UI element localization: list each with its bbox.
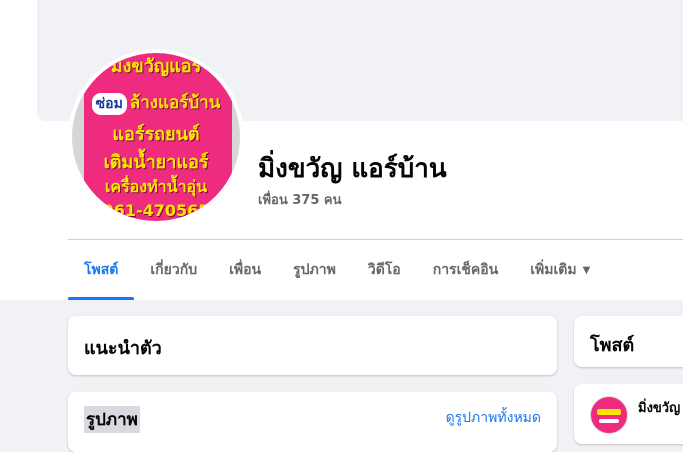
avatar-sign-text: ล้างแอร์บ้าน (129, 93, 221, 113)
tab-checkins[interactable]: การเช็คอิน (417, 240, 515, 300)
posts-header-card: โพสต์ (574, 316, 683, 367)
caret-down-icon: ▼ (582, 264, 591, 276)
avatar-sign-line: แอร์รถยนต์ (112, 124, 200, 145)
tab-label: การเช็คอิน (432, 262, 499, 278)
profile-tabs: โพสต์ เกี่ยวกับ เพื่อน รูปภาพ วิดีโอ การ… (68, 240, 606, 300)
tab-label: เพิ่มเติม (530, 262, 577, 278)
tab-more[interactable]: เพิ่มเติม ▼ (514, 240, 606, 300)
photos-card: รูปภาพ ดูรูปภาพทั้งหมด (68, 392, 557, 452)
avatar-sign-line: ซ่อม ล้างแอร์บ้าน (72, 89, 240, 116)
tab-label: โพสต์ (84, 262, 119, 278)
tab-photos[interactable]: รูปภาพ (277, 240, 352, 300)
see-all-photos-link[interactable]: ดูรูปภาพทั้งหมด (446, 407, 541, 429)
tab-posts[interactable]: โพสต์ (68, 240, 135, 300)
photos-title[interactable]: รูปภาพ (84, 406, 140, 433)
avatar-sign-badge: ซ่อม (91, 93, 127, 115)
tab-label: เกี่ยวกับ (150, 262, 198, 278)
tab-videos[interactable]: วิดีโอ (352, 240, 417, 300)
post-card: มิ่งขวัญ (574, 384, 683, 444)
friends-count-link[interactable]: เพื่อน 375 คน (258, 189, 341, 210)
tab-about[interactable]: เกี่ยวกับ (134, 240, 213, 300)
intro-title: แนะนำตัว (84, 338, 162, 359)
avatar-sign-line: มิ่งขวัญแอร์ (110, 56, 202, 77)
avatar-sign-line: เครื่องทำน้ำอุ่น (104, 177, 208, 196)
tab-label: วิดีโอ (367, 262, 401, 278)
intro-card: แนะนำตัว (68, 316, 557, 375)
tab-label: เพื่อน (229, 262, 262, 278)
posts-title: โพสต์ (590, 335, 635, 356)
avatar-sign-line: เติมน้ำยาแอร์ (103, 152, 209, 173)
avatar-image: มิ่งขวัญแอร์ ซ่อม ล้างแอร์บ้าน แอร์รถยนต์… (72, 53, 240, 221)
profile-avatar[interactable]: มิ่งขวัญแอร์ ซ่อม ล้างแอร์บ้าน แอร์รถยนต์… (68, 49, 244, 225)
post-author-name[interactable]: มิ่งขวัญ (638, 397, 680, 418)
avatar-sign-line: 061-470565 (102, 201, 210, 220)
tab-friends[interactable]: เพื่อน (213, 240, 277, 300)
profile-name: มิ่งขวัญ แอร์บ้าน (258, 154, 447, 184)
post-author-avatar[interactable] (590, 396, 628, 434)
tab-label: รูปภาพ (293, 262, 336, 278)
